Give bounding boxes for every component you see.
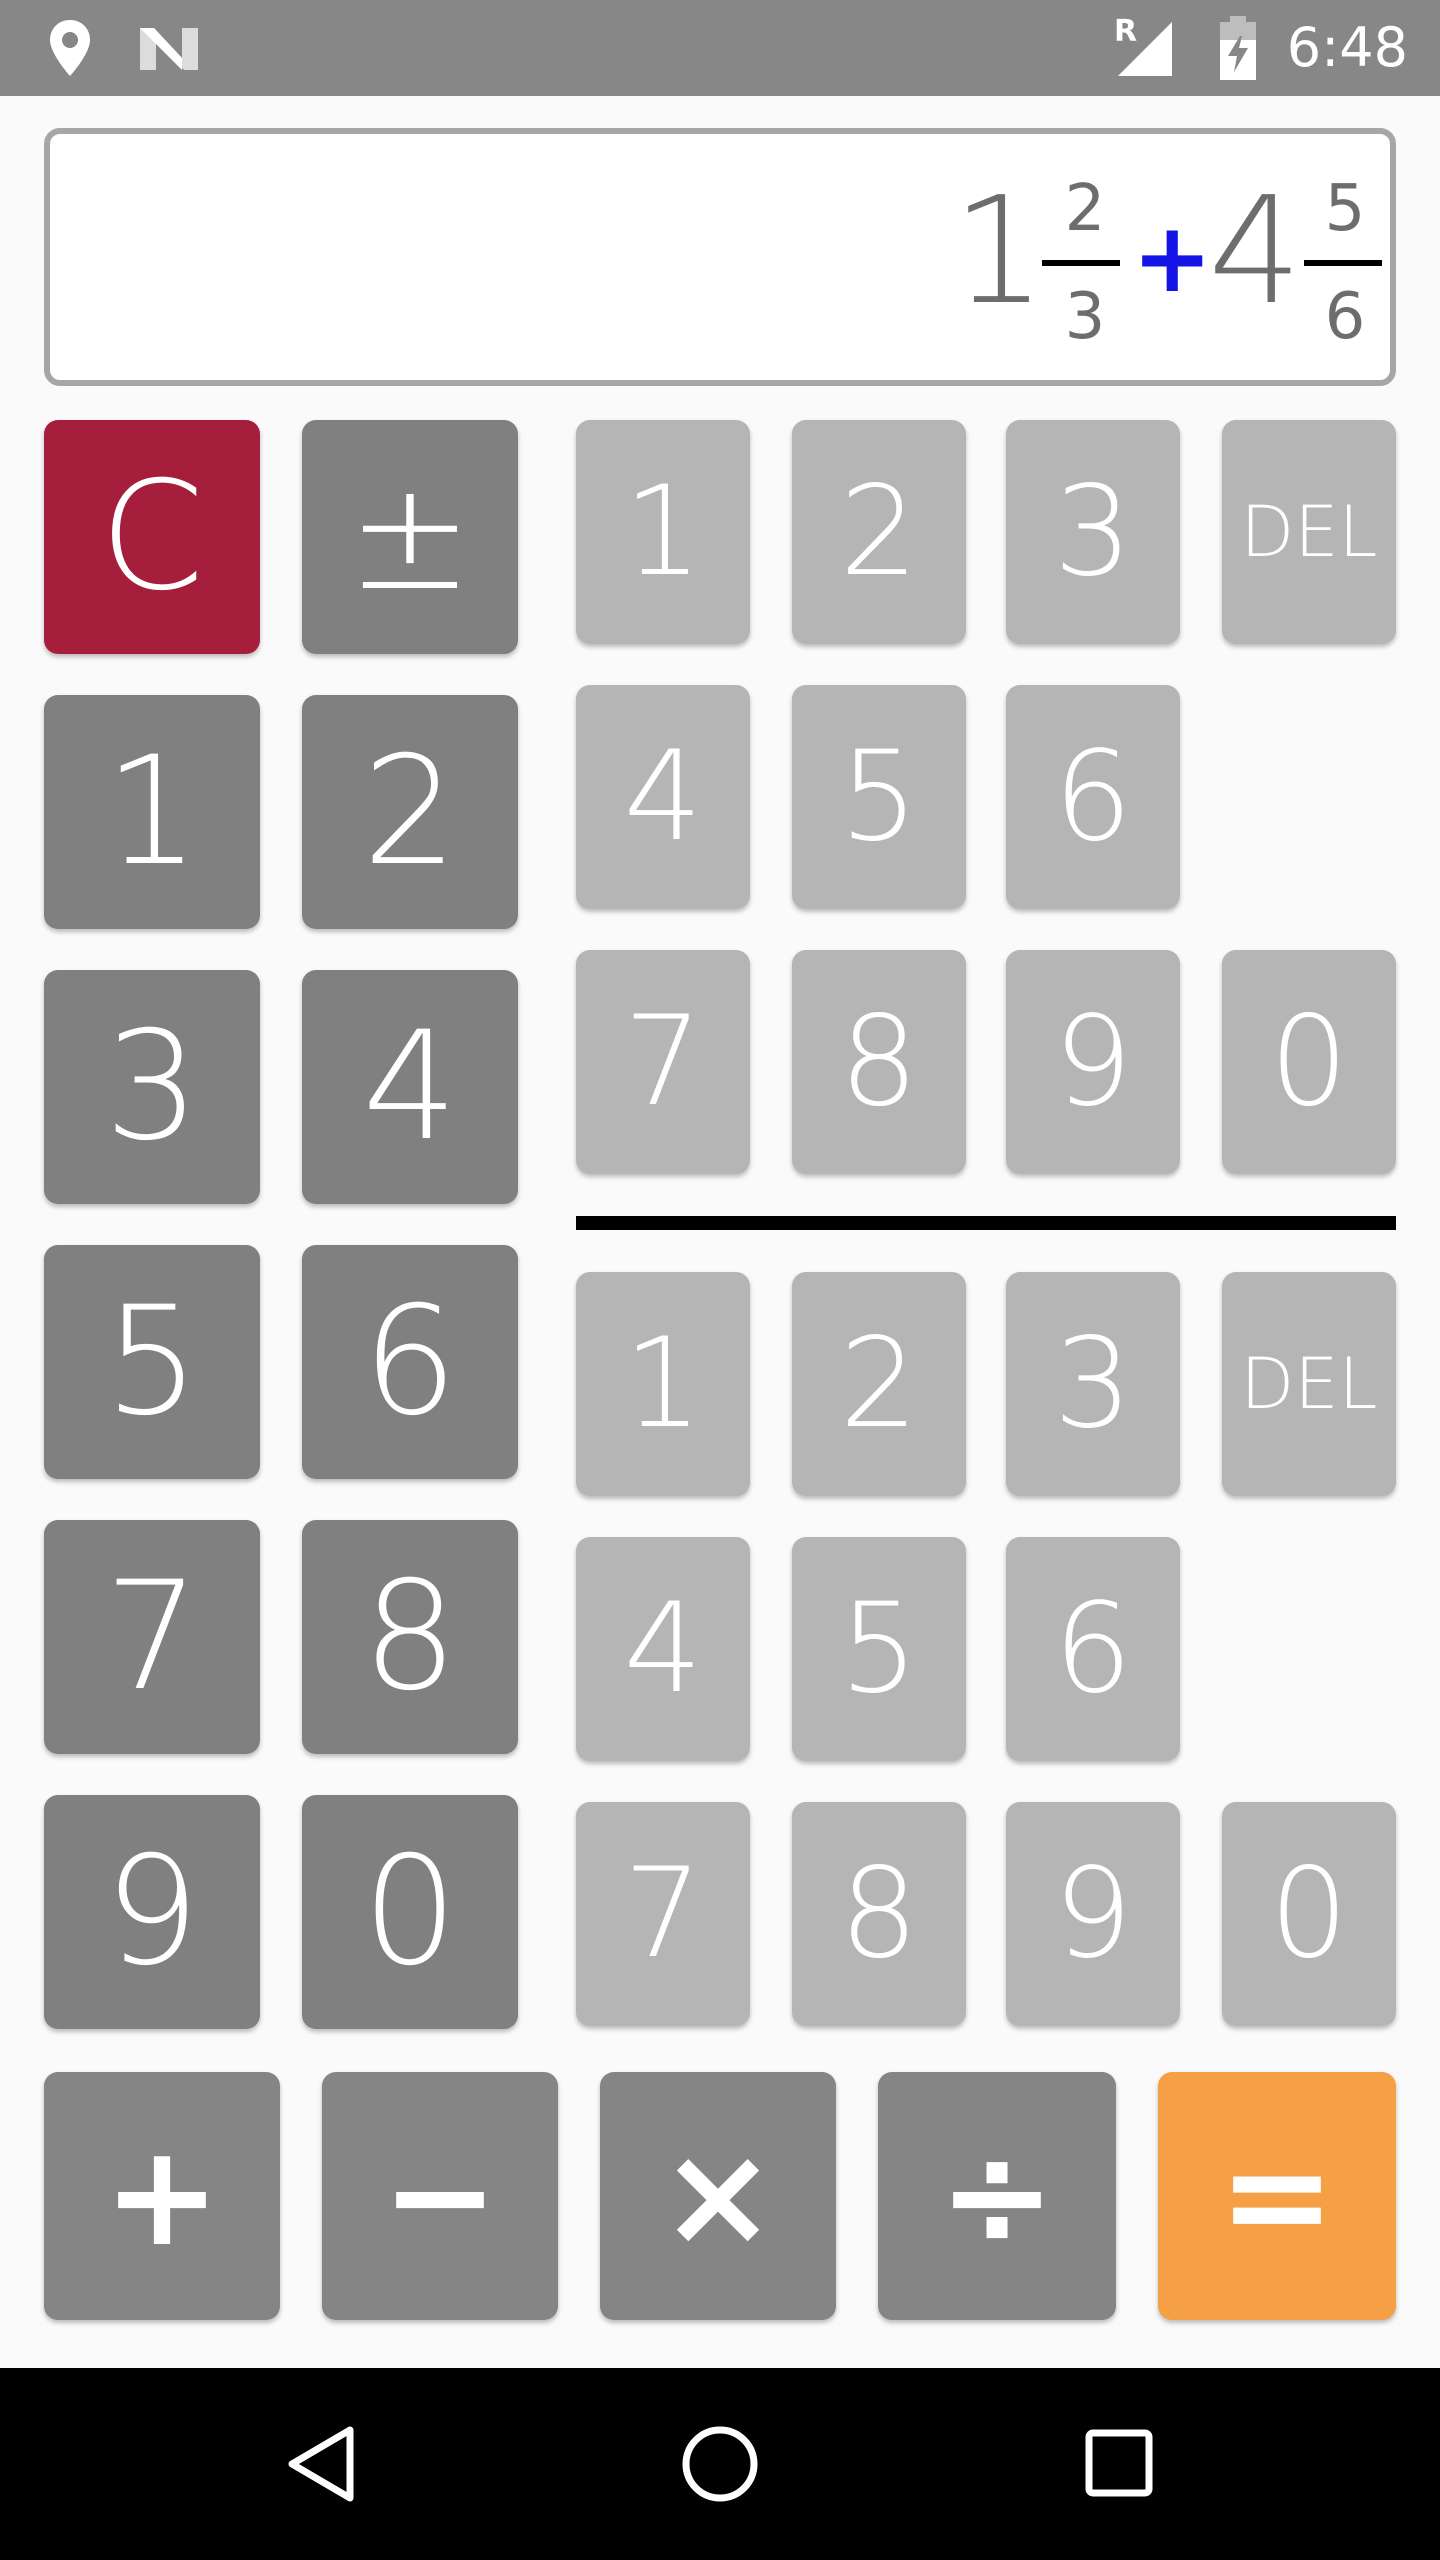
recents-icon[interactable] xyxy=(1084,2428,1154,2498)
multiply-button[interactable]: × xyxy=(600,2072,836,2320)
denominator-key-6[interactable]: 6 xyxy=(1006,1537,1180,1761)
n-logo-icon xyxy=(140,28,198,70)
denominator-key-9[interactable]: 9 xyxy=(1006,1802,1180,2026)
operand1-whole: 1 xyxy=(952,165,1047,337)
operand1-numerator: 2 xyxy=(1064,172,1106,246)
whole-key-2[interactable]: 2 xyxy=(302,695,518,929)
status-bar: R 6:48 xyxy=(0,0,1440,96)
whole-key-7[interactable]: 7 xyxy=(44,1520,260,1754)
operand2-numerator: 5 xyxy=(1324,172,1366,246)
equals-button[interactable]: = xyxy=(1158,2072,1396,2320)
add-button[interactable]: + xyxy=(44,2072,280,2320)
whole-key-9[interactable]: 9 xyxy=(44,1795,260,2029)
denominator-delete-button[interactable]: DEL xyxy=(1222,1272,1396,1496)
operand2-fraction-bar xyxy=(1304,260,1382,266)
whole-key-3[interactable]: 3 xyxy=(44,970,260,1204)
numerator-key-4[interactable]: 4 xyxy=(576,685,750,909)
back-icon[interactable] xyxy=(284,2424,358,2504)
denominator-key-4[interactable]: 4 xyxy=(576,1537,750,1761)
numerator-key-3[interactable]: 3 xyxy=(1006,420,1180,644)
display-operator: + xyxy=(1132,202,1213,314)
whole-key-6[interactable]: 6 xyxy=(302,1245,518,1479)
denominator-key-1[interactable]: 1 xyxy=(576,1272,750,1496)
sign-toggle-button[interactable]: ± xyxy=(302,420,518,654)
denominator-key-3[interactable]: 3 xyxy=(1006,1272,1180,1496)
operand2-whole: 4 xyxy=(1208,165,1303,337)
battery-charging-icon xyxy=(1220,16,1256,80)
whole-key-0[interactable]: 0 xyxy=(302,1795,518,2029)
signal-roaming-icon xyxy=(1118,22,1172,76)
denominator-key-8[interactable]: 8 xyxy=(792,1802,966,2026)
keypad-fraction-bar xyxy=(576,1216,1396,1230)
expression-display: 1 2 3 + 4 5 6 xyxy=(44,128,1396,386)
operand2-denominator: 6 xyxy=(1324,280,1366,354)
navigation-bar xyxy=(0,2368,1440,2560)
numerator-key-9[interactable]: 9 xyxy=(1006,950,1180,1174)
home-icon[interactable] xyxy=(680,2424,760,2504)
denominator-key-7[interactable]: 7 xyxy=(576,1802,750,2026)
whole-key-1[interactable]: 1 xyxy=(44,695,260,929)
numerator-key-7[interactable]: 7 xyxy=(576,950,750,1174)
location-icon xyxy=(50,20,90,76)
numerator-key-6[interactable]: 6 xyxy=(1006,685,1180,909)
denominator-key-5[interactable]: 5 xyxy=(792,1537,966,1761)
numerator-key-5[interactable]: 5 xyxy=(792,685,966,909)
whole-key-4[interactable]: 4 xyxy=(302,970,518,1204)
numerator-key-2[interactable]: 2 xyxy=(792,420,966,644)
divide-button[interactable]: ÷ xyxy=(878,2072,1116,2320)
subtract-button[interactable]: − xyxy=(322,2072,558,2320)
whole-key-5[interactable]: 5 xyxy=(44,1245,260,1479)
denominator-key-0[interactable]: 0 xyxy=(1222,1802,1396,2026)
denominator-key-2[interactable]: 2 xyxy=(792,1272,966,1496)
status-time: 6:48 xyxy=(1286,16,1408,79)
whole-key-8[interactable]: 8 xyxy=(302,1520,518,1754)
numerator-key-0[interactable]: 0 xyxy=(1222,950,1396,1174)
operand1-denominator: 3 xyxy=(1064,280,1106,354)
clear-button[interactable]: C xyxy=(44,420,260,654)
operand1-fraction-bar xyxy=(1042,260,1120,266)
numerator-key-8[interactable]: 8 xyxy=(792,950,966,1174)
numerator-key-1[interactable]: 1 xyxy=(576,420,750,644)
numerator-delete-button[interactable]: DEL xyxy=(1222,420,1396,644)
